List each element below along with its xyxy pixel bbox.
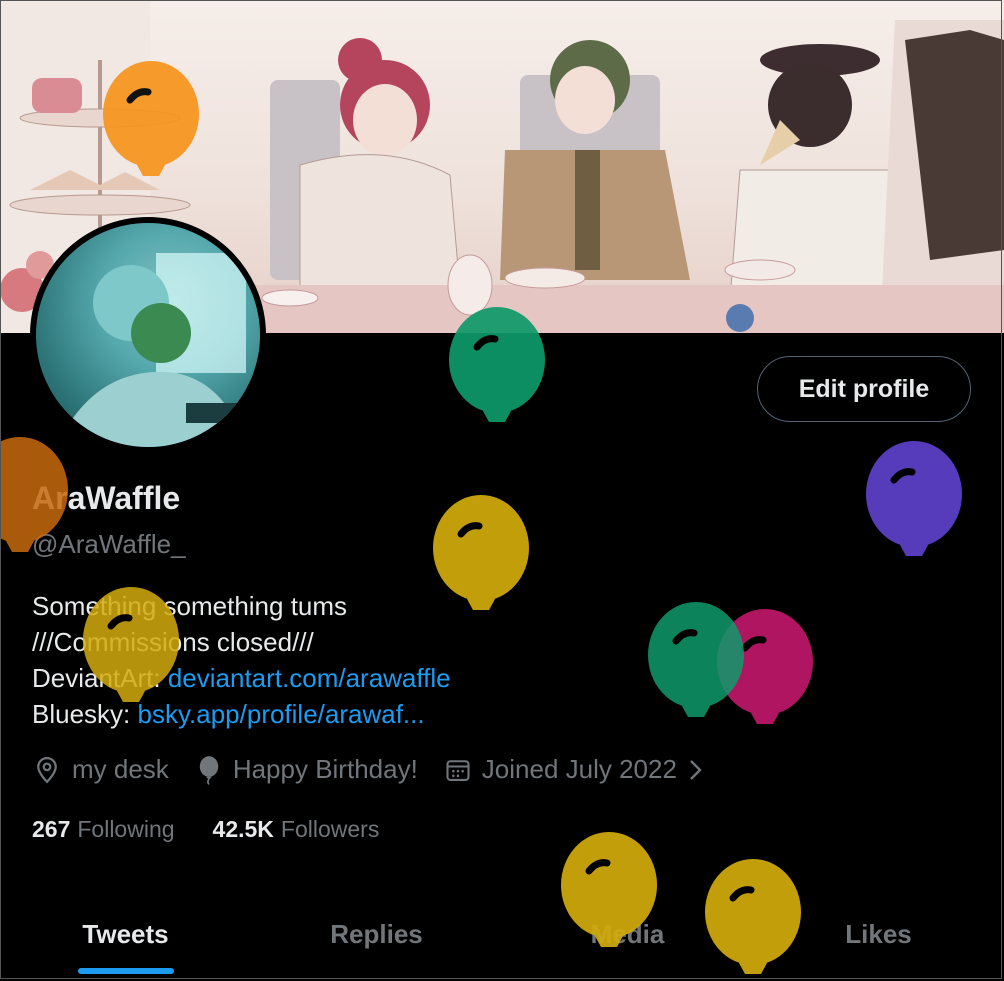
meta-joined[interactable]: Joined July 2022 [444,754,707,785]
profile-meta-row: my desk Happy Birthday! Joined July 2022 [32,754,733,785]
location-text: my desk [72,754,169,784]
profile-bio: Something something tums ///Commissions … [32,588,451,732]
balloon-icon [717,609,813,724]
location-pin-icon [37,756,57,783]
meta-location: my desk [32,754,169,785]
tab-tweets[interactable]: Tweets [0,888,251,980]
balloon-icon [199,755,219,785]
following-count: 267 [32,816,71,842]
profile-tabs: Tweets Replies Media Likes [0,888,1004,980]
balloon-icon [648,602,744,717]
balloon-icon [866,441,962,556]
followers-label: Followers [280,816,380,842]
avatar-image [36,223,260,447]
birthday-text: Happy Birthday! [232,754,418,784]
bio-bluesky-label: Bluesky: [32,699,138,729]
followers-count: 42.5K [212,816,274,842]
calendar-icon [446,759,470,781]
username-handle: @AraWaffle_ [32,529,186,559]
follow-stats: 267 Following 42.5K Followers [32,816,417,843]
following-link[interactable]: 267 Following [32,816,175,843]
deviantart-link[interactable]: deviantart.com/arawaffle [168,663,451,693]
tab-replies[interactable]: Replies [251,888,502,980]
bio-line: Something something tums [32,591,348,621]
profile-avatar[interactable] [30,217,266,453]
meta-birthday: Happy Birthday! [195,754,418,785]
bio-bluesky-row: Bluesky: bsky.app/profile/arawaf... [32,696,451,732]
tab-media[interactable]: Media [502,888,753,980]
tab-likes[interactable]: Likes [753,888,1004,980]
display-name: AraWaffle [32,480,181,516]
bluesky-link[interactable]: bsky.app/profile/arawaf... [138,699,425,729]
following-label: Following [77,816,175,842]
edit-profile-button[interactable]: Edit profile [757,356,971,422]
joined-text: Joined July 2022 [481,754,677,784]
followers-link[interactable]: 42.5K Followers [213,816,380,843]
bio-deviantart-label: DeviantArt: [32,663,168,693]
bio-deviantart-row: DeviantArt: deviantart.com/arawaffle [32,660,451,696]
chevron-right-icon [690,759,702,780]
bio-line: ///Commissions closed/// [32,627,314,657]
